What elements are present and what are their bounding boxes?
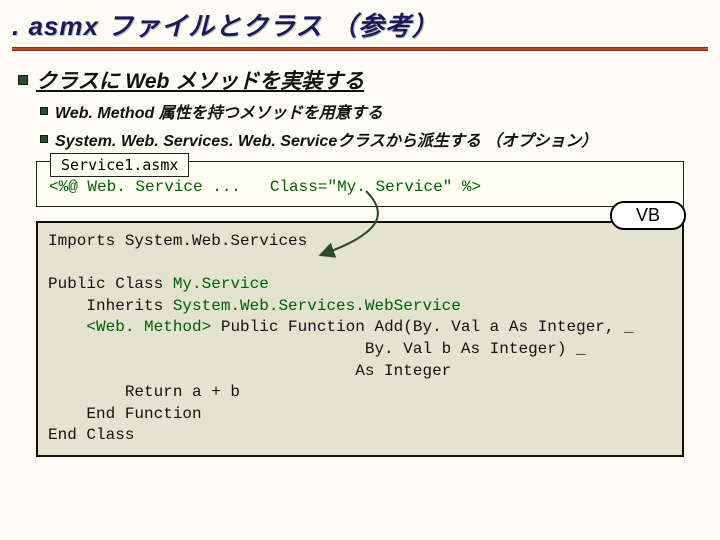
- code-line: Inherits: [48, 297, 173, 315]
- code-attr: <Web. Method>: [86, 318, 211, 336]
- title-rule-wrap: [0, 47, 720, 61]
- bullet-text: Web. Method 属性を持つメソッドを用意する: [55, 99, 383, 123]
- section-row: クラスに Web メソッドを実装する: [0, 65, 720, 95]
- code-ident: My.Service: [173, 275, 269, 293]
- title-rule: [12, 47, 708, 51]
- code-ident: System.Web.Services.WebService: [173, 297, 461, 315]
- asmx-file-block: Service1.asmx <%@ Web. Service ... Class…: [36, 161, 684, 207]
- code-line: End Class: [48, 426, 134, 444]
- language-badge: VB: [610, 201, 686, 230]
- code-line: By. Val b As Integer) _: [48, 340, 586, 358]
- code-line: Public Function Add(By. Val a As Integer…: [211, 318, 633, 336]
- square-icon: [40, 107, 48, 115]
- directive-class-kw: Class: [270, 178, 318, 196]
- directive-prefix: <%@ Web. Service ...: [49, 178, 270, 196]
- code-line: End Function: [48, 405, 202, 423]
- code-line: [48, 318, 86, 336]
- code-line: Imports System.Web.Services: [48, 232, 307, 250]
- bullet-row: Web. Method 属性を持つメソッドを用意する: [0, 99, 720, 123]
- file-tab-label: Service1.asmx: [50, 153, 189, 177]
- section-heading: クラスに Web メソッドを実装する: [36, 65, 364, 95]
- code-line: Return a + b: [48, 383, 240, 401]
- code-line: Public Class: [48, 275, 173, 293]
- bullet-row: System. Web. Services. Web. Serviceクラスから…: [0, 127, 720, 151]
- vb-code-block: Imports System.Web.Services Public Class…: [36, 221, 684, 457]
- square-icon: [18, 75, 28, 85]
- square-icon: [40, 135, 48, 143]
- directive-class-val: ="My. Service": [318, 178, 452, 196]
- directive-suffix: %>: [452, 178, 481, 196]
- code-line: As Integer: [48, 362, 451, 380]
- page-title: . asmx ファイルとクラス （参考）: [0, 0, 720, 47]
- bullet-text: System. Web. Services. Web. Serviceクラスから…: [55, 127, 597, 151]
